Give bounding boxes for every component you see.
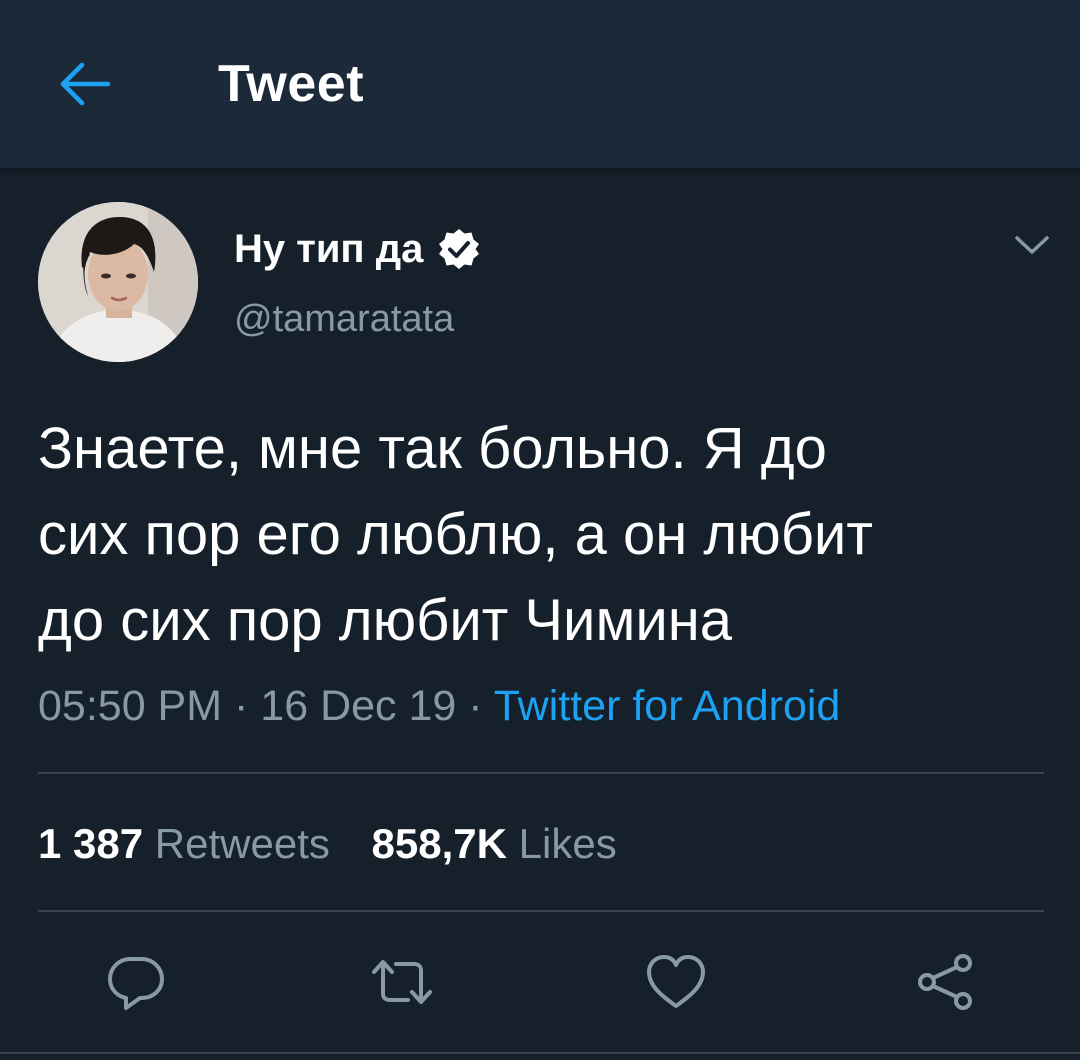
tweet-text: Знаете, мне так больно. Я до сих пор его… (38, 416, 873, 653)
tweet-date: 16 Dec 19 (260, 682, 457, 730)
user-handle[interactable]: @tamaratata (234, 298, 454, 341)
page-title: Tweet (218, 55, 365, 113)
retweets-stat[interactable]: 1 387 Retweets (38, 820, 330, 868)
heart-icon (647, 955, 705, 1008)
profile-photo (38, 202, 198, 362)
likes-count: 858,7K (371, 820, 507, 867)
retweet-icon (372, 960, 432, 1004)
likes-stat[interactable]: 858,7K Likes (372, 820, 617, 868)
verified-badge-icon (439, 229, 480, 269)
divider (38, 910, 1044, 912)
retweets-label: Retweets (154, 820, 330, 867)
retweets-count: 1 387 (38, 820, 144, 867)
display-name: Ну тип да (234, 226, 424, 271)
share-icon (918, 954, 972, 1010)
divider (38, 772, 1044, 774)
retweet-button[interactable] (370, 950, 434, 1014)
likes-label: Likes (518, 820, 617, 867)
arrow-left-icon (60, 62, 111, 106)
tweet-source-link[interactable]: Twitter for Android (494, 682, 841, 730)
tweet-stats: 1 387 Retweets 858,7K Likes (38, 820, 617, 868)
reply-icon (108, 957, 164, 1010)
tweet-time: 05:50 PM (38, 682, 223, 730)
meta-separator: · (234, 682, 249, 730)
share-button[interactable] (914, 950, 978, 1014)
reply-button[interactable] (104, 950, 168, 1014)
avatar[interactable] (38, 202, 198, 362)
top-app-bar: Tweet (0, 0, 1080, 168)
like-button[interactable] (644, 950, 708, 1014)
tweet-metadata: 05:50 PM · 16 Dec 19 · Twitter for Andro… (38, 682, 840, 731)
tweet-menu-button[interactable] (1012, 232, 1052, 260)
back-button[interactable] (56, 58, 114, 110)
meta-separator: · (468, 682, 483, 730)
bottom-divider (0, 1052, 1080, 1054)
chevron-down-icon (1015, 236, 1049, 254)
author-name-row[interactable]: Ну тип да (234, 224, 481, 274)
